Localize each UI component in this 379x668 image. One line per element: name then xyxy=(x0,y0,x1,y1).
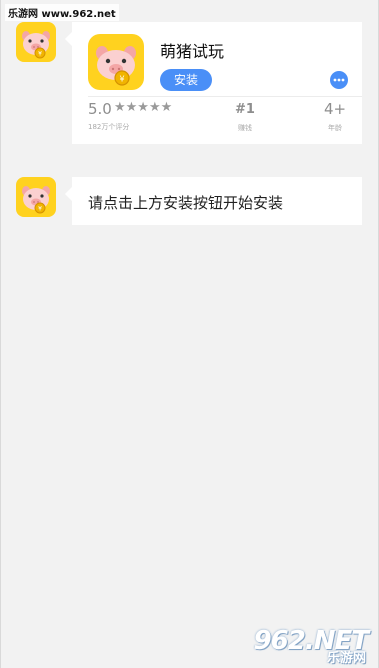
app-icon: ¥ xyxy=(88,34,144,90)
age-rating-value: 4+ xyxy=(323,100,347,118)
rank-value: #1 xyxy=(235,102,255,117)
install-instruction-text: 请点击上方安装按钮开始安装 xyxy=(88,194,284,212)
site-watermark: 乐游网 www.962.net xyxy=(5,4,119,21)
install-button[interactable]: 安装 xyxy=(160,69,212,91)
app-name: 萌猪试玩 xyxy=(160,42,225,61)
rating-value: 5.0 xyxy=(88,100,112,118)
svg-text:¥: ¥ xyxy=(38,51,42,58)
svg-text:¥: ¥ xyxy=(38,206,42,213)
pig-avatar: ¥ xyxy=(16,22,56,62)
card-divider xyxy=(88,96,362,97)
watermark-site-name: 乐游网 xyxy=(326,651,366,666)
app-store-card: ¥ 萌猪试玩 安装 5.0 ★★★★★ 182万个评分 #1 赚钱 4+ 年龄 xyxy=(65,22,362,144)
rating-stars-icon: ★★★★★ xyxy=(114,100,173,115)
message-bubble: 请点击上方安装按钮开始安装 xyxy=(65,177,362,225)
chat-screen: 乐游网 www.962.net ¥ ¥ 萌猪试玩 安装 5.0 ★★★★★ 18… xyxy=(0,0,379,668)
more-horizontal-icon xyxy=(333,78,345,82)
rank-label: 赚钱 xyxy=(238,124,252,132)
more-options-button[interactable] xyxy=(330,71,348,89)
age-rating-label: 年龄 xyxy=(328,124,342,132)
pig-avatar: ¥ xyxy=(16,177,56,217)
rating-count: 182万个评分 xyxy=(88,123,130,131)
site-logo-watermark: 962.NET 乐游网 xyxy=(232,626,372,666)
svg-text:¥: ¥ xyxy=(119,75,124,84)
